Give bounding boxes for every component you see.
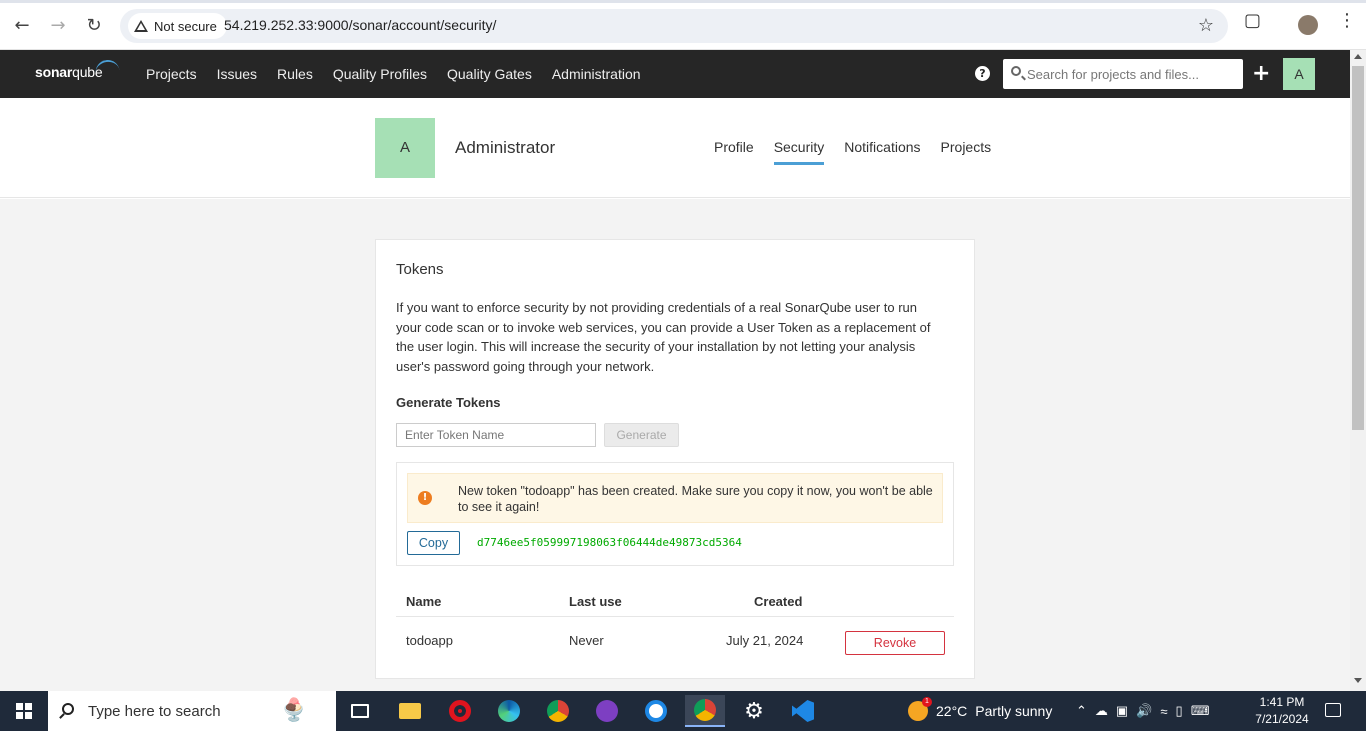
security-label: Not secure <box>154 18 217 34</box>
copy-button[interactable]: Copy <box>407 531 460 555</box>
tab-security[interactable]: Security <box>764 138 835 165</box>
task-view-icon[interactable] <box>340 695 380 727</box>
sonarqube-navbar: sonarqube Projects Issues Rules Quality … <box>0 50 1350 98</box>
keyboard-icon[interactable]: ⌨ <box>1191 703 1210 719</box>
tab-profile[interactable]: Profile <box>704 138 764 156</box>
clock-time: 1:41 PM <box>1259 695 1305 709</box>
windows-taskbar: Type here to search 🍨 ⚙ 1 22°C Partly su… <box>0 691 1366 731</box>
url-text[interactable]: 54.219.252.33:9000/sonar/account/securit… <box>224 17 496 33</box>
search-highlight-icon: 🍨 <box>280 698 308 723</box>
account-tabs: Profile Security Notifications Projects <box>704 138 1002 165</box>
scroll-up-arrow-icon[interactable] <box>1354 54 1362 59</box>
tokens-title: Tokens <box>396 261 444 278</box>
taskbar-clock[interactable]: 1:41 PM 7/21/2024 <box>1252 694 1312 728</box>
search-icon <box>1011 66 1021 76</box>
tokens-table-header: Name Last use Created <box>396 590 954 617</box>
notifications-icon[interactable] <box>1325 703 1341 717</box>
account-name: Administrator <box>455 138 556 157</box>
search-icon <box>62 703 74 715</box>
account-header: A Administrator Profile Security Notific… <box>0 98 1350 198</box>
warning-icon <box>134 20 148 32</box>
github-desktop-icon[interactable] <box>587 695 627 727</box>
generate-button[interactable]: Generate <box>604 423 679 447</box>
scroll-down-arrow-icon[interactable] <box>1354 678 1362 683</box>
battery-icon[interactable]: ▯ <box>1176 703 1183 719</box>
token-name-cell: todoapp <box>406 633 453 648</box>
logo-wave-icon <box>94 58 120 76</box>
penguin-app-icon[interactable] <box>636 695 676 727</box>
profile-avatar-icon[interactable] <box>1298 15 1318 35</box>
main-menu: Projects Issues Rules Quality Profiles Q… <box>136 50 651 98</box>
exclamation-icon: ! <box>418 491 432 505</box>
settings-gear-icon[interactable]: ⚙ <box>734 695 774 727</box>
vscode-icon[interactable] <box>783 695 823 727</box>
sonarqube-logo[interactable]: sonarqube <box>35 64 103 80</box>
nav-rules[interactable]: Rules <box>267 50 323 98</box>
account-avatar: A <box>375 118 435 178</box>
alert-message: New token "todoapp" has been created. Ma… <box>458 484 933 514</box>
token-value[interactable]: d7746ee5f059997198063f06444de49873cd5364 <box>477 536 742 549</box>
nav-quality-profiles[interactable]: Quality Profiles <box>323 50 437 98</box>
revoke-button[interactable]: Revoke <box>845 631 945 655</box>
system-tray: ⌃ ☁ ▣ 🔊 ≈ ▯ ⌨ <box>1076 691 1209 731</box>
menu-kebab-icon[interactable]: ⋮ <box>1338 10 1356 31</box>
chrome-icon[interactable] <box>538 695 578 727</box>
nav-administration[interactable]: Administration <box>542 50 651 98</box>
token-name-input[interactable] <box>396 423 596 447</box>
user-avatar[interactable]: A <box>1283 58 1315 90</box>
meet-now-icon[interactable]: ▣ <box>1116 703 1128 719</box>
back-icon[interactable]: ← <box>10 12 34 38</box>
weather-widget[interactable]: 1 22°C Partly sunny <box>908 691 1052 731</box>
volume-icon[interactable]: 🔊 <box>1136 703 1152 719</box>
search-input[interactable] <box>1027 59 1239 89</box>
header-created: Created <box>754 594 803 609</box>
windows-logo-icon <box>16 703 32 719</box>
browser-toolbar: ← → ↻ Not secure 54.219.252.33:9000/sona… <box>0 0 1366 50</box>
file-explorer-icon[interactable] <box>390 695 430 727</box>
table-row: todoapp Never July 21, 2024 Revoke <box>396 618 954 664</box>
header-name: Name <box>406 594 442 609</box>
token-created-alert: ! New token "todoapp" has been created. … <box>407 473 943 523</box>
scroll-thumb[interactable] <box>1352 66 1364 430</box>
header-last-use: Last use <box>569 594 622 609</box>
weather-sun-icon: 1 <box>908 697 932 721</box>
global-search[interactable] <box>1003 59 1243 89</box>
token-created-cell: July 21, 2024 <box>726 633 804 648</box>
weather-badge: 1 <box>922 697 932 707</box>
token-last-use-cell: Never <box>569 633 604 648</box>
opera-icon[interactable] <box>440 695 480 727</box>
page-scrollbar[interactable] <box>1350 50 1366 691</box>
new-token-panel: ! New token "todoapp" has been created. … <box>396 462 954 566</box>
wifi-icon[interactable]: ≈ <box>1160 704 1167 719</box>
extensions-icon[interactable]: ▢ <box>1244 10 1261 31</box>
forward-icon[interactable]: → <box>46 12 70 38</box>
generate-tokens-title: Generate Tokens <box>396 395 501 410</box>
weather-text: Partly sunny <box>975 703 1053 719</box>
tab-projects[interactable]: Projects <box>931 138 1002 156</box>
nav-issues[interactable]: Issues <box>207 50 267 98</box>
chrome-active-icon[interactable] <box>685 695 725 727</box>
tray-chevron-up-icon[interactable]: ⌃ <box>1076 703 1087 719</box>
help-icon[interactable]: ? <box>975 66 990 81</box>
address-bar[interactable]: Not secure 54.219.252.33:9000/sonar/acco… <box>120 9 1228 43</box>
nav-quality-gates[interactable]: Quality Gates <box>437 50 542 98</box>
start-button[interactable] <box>0 691 48 731</box>
taskbar-search[interactable]: Type here to search 🍨 <box>48 691 336 731</box>
onedrive-cloud-icon[interactable]: ☁ <box>1095 703 1108 719</box>
tab-notifications[interactable]: Notifications <box>834 138 930 156</box>
nav-projects[interactable]: Projects <box>136 50 207 98</box>
create-plus-icon[interactable]: + <box>1252 63 1270 85</box>
reload-icon[interactable]: ↻ <box>82 12 106 38</box>
tab-strip <box>0 0 1366 3</box>
weather-temp: 22°C <box>936 703 968 719</box>
tokens-description: If you want to enforce security by not p… <box>396 300 931 374</box>
tokens-card: Tokens If you want to enforce security b… <box>375 239 975 679</box>
bookmark-star-icon[interactable]: ☆ <box>1198 15 1214 36</box>
logo-sonar-text: sonar <box>35 64 73 80</box>
security-chip[interactable]: Not secure <box>128 13 227 39</box>
clock-date: 7/21/2024 <box>1255 712 1309 726</box>
edge-icon[interactable] <box>489 695 529 727</box>
taskbar-search-placeholder: Type here to search <box>88 703 221 720</box>
